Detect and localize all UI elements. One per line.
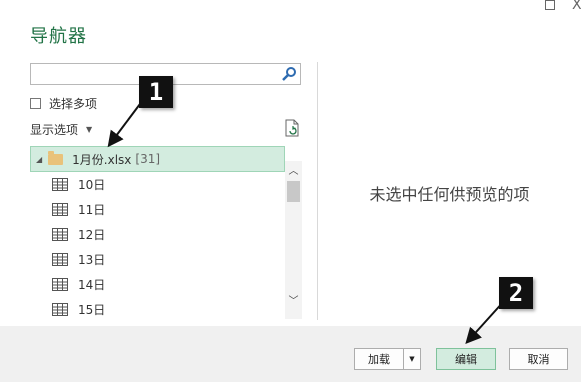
preview-empty-message: 未选中任何供预览的项 <box>369 185 530 204</box>
table-icon <box>52 227 68 241</box>
tree-item-label: 11日 <box>78 202 106 217</box>
tree-item-label: 12日 <box>78 227 106 242</box>
edit-button[interactable]: 编辑 <box>436 348 496 370</box>
tree-item-label: 14日 <box>78 277 106 292</box>
navigator-title: 导航器 <box>30 26 87 47</box>
tree-item-15[interactable]: 15日 <box>52 299 105 318</box>
refresh-icon[interactable] <box>284 119 300 137</box>
tree-root-workbook[interactable]: ◢ 1月份.xlsx [31] <box>30 146 285 172</box>
caret-down-icon: ▼ <box>86 125 93 134</box>
select-multiple-checkbox[interactable] <box>30 98 41 109</box>
scroll-thumb[interactable] <box>287 181 300 202</box>
close-button[interactable]: X <box>572 0 581 13</box>
navigator-tree: ◢ 1月份.xlsx [31] 10日 11日 12日 13日 14日 15日 <box>30 146 302 318</box>
tree-scrollbar[interactable]: ︿ ﹀ <box>285 161 302 319</box>
select-multiple-label: 选择多项 <box>49 97 98 111</box>
display-options-dropdown[interactable]: 显示选项 ▼ <box>30 121 92 138</box>
tree-item-10[interactable]: 10日 <box>52 174 105 194</box>
scroll-up-icon[interactable]: ︿ <box>285 161 302 177</box>
callout-badge-2: 2 <box>499 277 533 309</box>
search-icon[interactable] <box>280 66 298 82</box>
table-icon <box>52 252 68 266</box>
tree-item-11[interactable]: 11日 <box>52 199 105 219</box>
load-button[interactable]: 加载 <box>354 348 404 370</box>
tree-item-label: 13日 <box>78 252 106 267</box>
callout-badge-1: 1 <box>139 76 173 108</box>
display-options-label: 显示选项 <box>30 123 79 137</box>
maximize-button[interactable] <box>545 0 555 10</box>
folder-icon <box>48 150 64 165</box>
tree-item-14[interactable]: 14日 <box>52 274 105 294</box>
tree-item-13[interactable]: 13日 <box>52 249 105 269</box>
cancel-button[interactable]: 取消 <box>509 348 568 370</box>
caret-down-icon: ▼ <box>409 355 415 363</box>
load-dropdown-button[interactable]: ▼ <box>403 348 421 370</box>
scroll-down-icon[interactable]: ﹀ <box>285 291 302 307</box>
workbook-name: 1月份.xlsx <box>72 152 132 167</box>
collapse-triangle-icon[interactable]: ◢ <box>36 155 42 164</box>
table-icon <box>52 202 68 216</box>
tree-item-label: 15日 <box>78 302 106 317</box>
tree-item-label: 10日 <box>78 177 106 192</box>
table-icon <box>52 302 68 316</box>
table-icon <box>52 277 68 291</box>
table-icon <box>52 177 68 191</box>
workbook-item-count: [31] <box>135 152 161 166</box>
select-multiple-option[interactable]: 选择多项 <box>30 95 97 112</box>
tree-item-12[interactable]: 12日 <box>52 224 105 244</box>
